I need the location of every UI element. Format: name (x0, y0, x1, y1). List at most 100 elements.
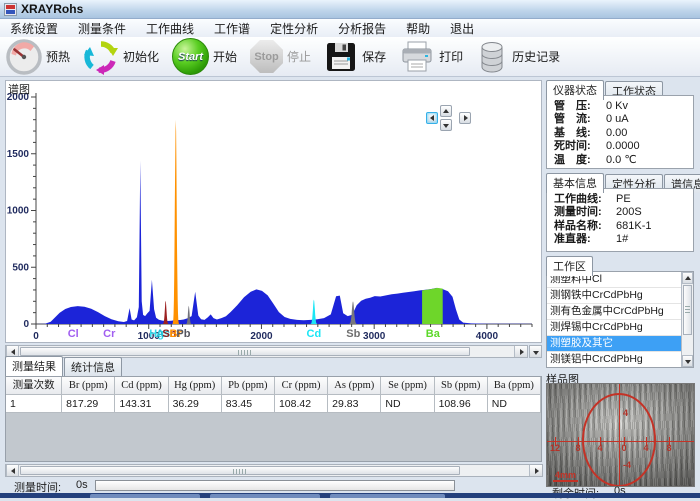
menu-item-5[interactable]: 分析报告 (328, 19, 396, 38)
cell: 108.96 (435, 395, 488, 413)
workspace-item-3[interactable]: 测焊锡中CrCdPbHg (547, 320, 681, 336)
printer-icon (399, 40, 435, 74)
basic-info-box: 工作曲线:PE测量时间:200S样品名称:681K-1准直器:1# (546, 188, 694, 252)
gauge-icon (6, 39, 42, 75)
window-title: XRAYRohs (21, 2, 83, 16)
database-icon (476, 39, 508, 75)
workspace-list: 测塑料中Cl测钢铁中CrCdPbHg测有色金属中CrCdPbHg测焊锡中CrCd… (546, 271, 694, 368)
field-label: 管 流: (554, 113, 606, 126)
column-header-4: Pb (ppm) (222, 377, 275, 395)
cell: 29.83 (328, 395, 381, 413)
svg-text:0: 0 (33, 331, 39, 342)
workspace-item-2[interactable]: 测有色金属中CrCdPbHg (547, 304, 681, 320)
scroll-up-icon (685, 276, 691, 280)
workspace-tab: 工作区 (546, 256, 593, 276)
peak-As (163, 301, 169, 324)
pan-right-icon (464, 115, 468, 121)
list-scroll-down-button[interactable] (682, 355, 693, 367)
pan-left-button[interactable] (426, 112, 438, 124)
pan-down-button[interactable] (440, 119, 452, 131)
field-value: 0 uA (606, 113, 629, 126)
thumb-grip (238, 350, 252, 355)
table-hscrollbar[interactable] (5, 464, 543, 477)
save-button[interactable]: 保存 (324, 40, 386, 74)
chart-hscroll-thumb[interactable] (20, 347, 470, 356)
list-scroll-thumb[interactable] (683, 285, 692, 335)
chart-hscroll-right-button[interactable] (514, 346, 527, 357)
history-button[interactable]: 历史记录 (476, 39, 560, 75)
right-panel: 仪器状态工作状态 管 压:0 Kv管 流:0 uA基 线:0.00死时间:0.0… (546, 80, 696, 480)
workspace-item-5[interactable]: 测镁铝中CrCdPbHg (547, 352, 681, 368)
svg-text:4000: 4000 (476, 331, 499, 342)
menu-item-2[interactable]: 工作曲线 (136, 19, 204, 38)
list-scroll-up-button[interactable] (682, 272, 693, 284)
chart-collapse-button[interactable] (529, 345, 542, 358)
svg-text:3000: 3000 (363, 331, 386, 342)
menu-item-3[interactable]: 工作谱 (204, 19, 260, 38)
tab-result-0[interactable]: 测量结果 (5, 356, 63, 376)
workspace-item-1[interactable]: 测钢铁中CrCdPbHg (547, 288, 681, 304)
pan-up-icon (443, 109, 449, 113)
menu-item-0[interactable]: 系统设置 (0, 19, 68, 38)
initialize-label: 初始化 (123, 48, 159, 65)
field-label: 管 压: (554, 100, 606, 113)
menu-item-6[interactable]: 帮助 (396, 19, 440, 38)
sample-image: 1284048 4 -4 4mm (546, 383, 695, 487)
preheat-label: 预热 (46, 48, 70, 65)
field-label: 基 线: (554, 127, 606, 140)
tab-status-0[interactable]: 仪器状态 (546, 80, 604, 100)
element-label-Cr: Cr (103, 328, 116, 340)
preheat-button[interactable]: 预热 (6, 39, 70, 75)
menu-item-7[interactable]: 退出 (440, 19, 484, 38)
scroll-left-icon (11, 468, 15, 474)
field-value: PE (616, 193, 631, 206)
field-row: 温 度:0.0 ℃ (554, 154, 691, 167)
svg-text:500: 500 (12, 262, 29, 273)
column-header-3: Hg (ppm) (169, 377, 222, 395)
field-row: 基 线:0.00 (554, 127, 691, 140)
print-button[interactable]: 打印 (399, 40, 463, 74)
save-label: 保存 (362, 48, 386, 65)
scroll-left-icon (11, 349, 15, 355)
tab-workspace[interactable]: 工作区 (546, 256, 593, 276)
tab-info-0[interactable]: 基本信息 (546, 173, 604, 193)
field-label: 准直器: (554, 233, 616, 246)
sample-h-label: 4 (597, 443, 602, 453)
scroll-right-icon (520, 349, 524, 355)
chart-pan-controls (426, 105, 474, 132)
field-value: 0.0000 (606, 140, 640, 153)
sample-h-label: 8 (666, 443, 671, 453)
field-row: 样品名称:681K-1 (554, 220, 691, 233)
result-tabs: 测量结果统计信息 (5, 360, 122, 376)
start-button[interactable]: Start 开始 (172, 38, 237, 75)
initialize-button[interactable]: 初始化 (83, 39, 159, 75)
table-row[interactable]: 1817.29143.3136.2983.45108.4229.83ND108.… (6, 395, 541, 413)
menu-item-1[interactable]: 测量条件 (68, 19, 136, 38)
app-icon (4, 3, 17, 16)
field-row: 死时间:0.0000 (554, 140, 691, 153)
workspace-item-4[interactable]: 测塑胶及其它 (547, 336, 681, 352)
column-header-5: Cr (ppm) (275, 377, 328, 395)
field-value: 0.0 ℃ (606, 154, 637, 167)
taskbar-button (210, 494, 320, 498)
field-label: 测量时间: (554, 206, 616, 219)
tab-result-1[interactable]: 统计信息 (64, 357, 122, 376)
start-label: 开始 (213, 48, 237, 65)
cell: 108.42 (275, 395, 328, 413)
table-hscroll-left-button[interactable] (6, 465, 19, 476)
pan-up-button[interactable] (440, 105, 452, 117)
column-header-8: Sb (ppm) (435, 377, 488, 395)
sample-v-label: -4 (623, 460, 631, 470)
table-hscroll-right-button[interactable] (529, 465, 542, 476)
floppy-icon (324, 40, 358, 74)
element-label-Cl: Cl (68, 328, 79, 340)
cell: 143.31 (115, 395, 168, 413)
cell: 817.29 (62, 395, 115, 413)
stop-button[interactable]: Stop 停止 (250, 40, 311, 73)
field-row: 测量时间:200S (554, 206, 691, 219)
workspace-vscrollbar[interactable] (681, 272, 693, 367)
menu-item-4[interactable]: 定性分析 (260, 19, 328, 38)
pan-right-button[interactable] (459, 112, 471, 124)
table-hscroll-thumb[interactable] (20, 466, 460, 475)
pan-left-icon (430, 115, 434, 121)
